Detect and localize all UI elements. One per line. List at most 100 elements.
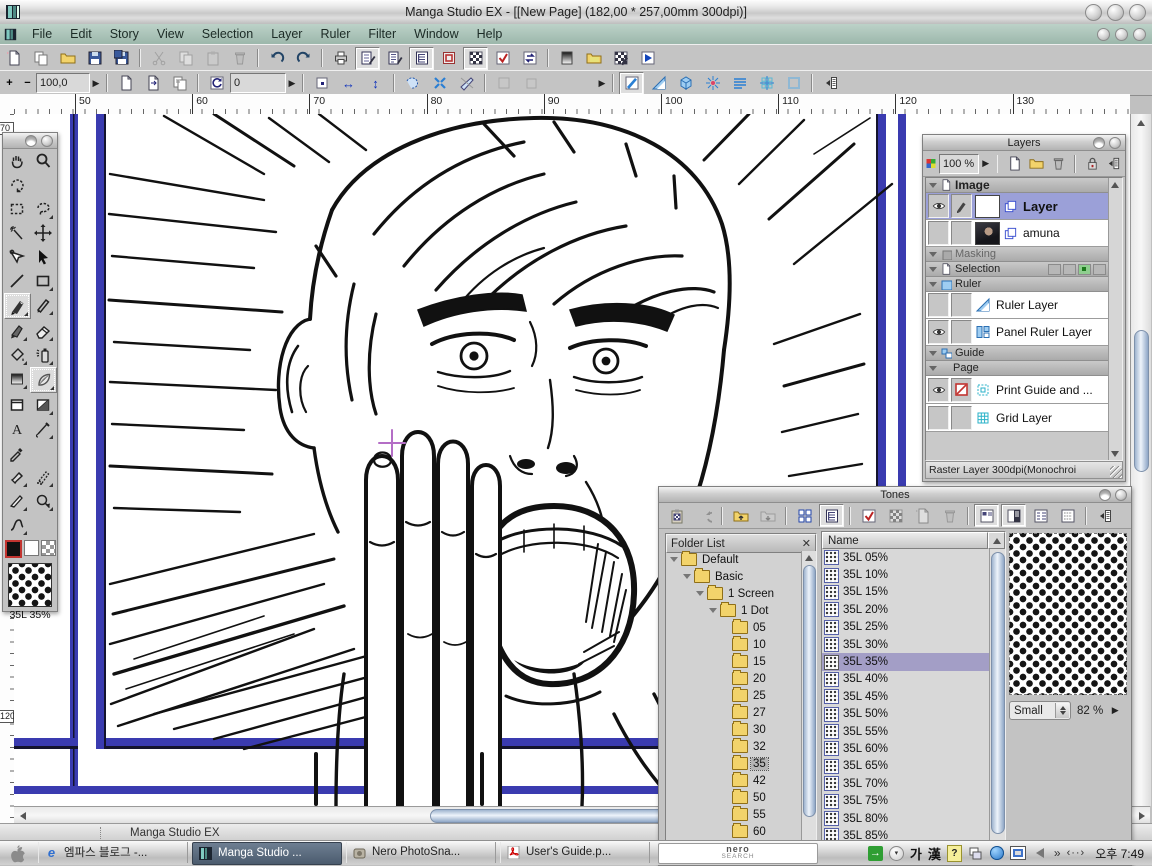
resize-grip[interactable] — [1110, 466, 1122, 478]
loupe-select-tool[interactable] — [30, 489, 55, 513]
tree-expander-icon[interactable] — [670, 557, 678, 562]
panel-tool[interactable] — [4, 393, 29, 417]
visibility-toggle[interactable] — [928, 221, 949, 245]
new-tone-button[interactable] — [910, 504, 935, 527]
palette-collapse-button[interactable] — [1093, 137, 1105, 149]
thumbnail-view-button[interactable] — [1055, 504, 1080, 527]
pen-tool[interactable] — [4, 293, 31, 319]
ime-help-icon[interactable]: ? — [947, 845, 962, 862]
lasso-tool[interactable] — [30, 197, 55, 221]
layer-section-page[interactable]: Page — [926, 361, 1109, 376]
tree-expander-icon[interactable] — [722, 726, 729, 733]
layer-row-panel-ruler-layer[interactable]: Panel Ruler Layer — [926, 319, 1109, 346]
opacity-presets-arrow[interactable]: ▶ — [981, 156, 991, 172]
layer-section-image[interactable]: Image — [926, 178, 1109, 193]
layer-row-amuna[interactable]: amuna — [926, 220, 1109, 247]
fill-tool[interactable] — [4, 343, 29, 367]
tones-palette-titlebar[interactable]: Tones — [659, 487, 1131, 503]
tree-expander-icon[interactable] — [722, 658, 729, 665]
tree-node[interactable]: 60 — [666, 823, 802, 840]
tree-node[interactable]: 10 — [666, 636, 802, 653]
collapse-triangle-icon[interactable] — [929, 351, 937, 356]
reset-view-button[interactable] — [309, 72, 334, 95]
icon-view-button[interactable] — [792, 504, 817, 527]
tree-node[interactable]: 27 — [666, 704, 802, 721]
layer-name[interactable]: Ruler Layer — [996, 298, 1058, 312]
layer-name[interactable]: Panel Ruler Layer — [996, 325, 1092, 339]
tree-node[interactable]: 35 — [666, 755, 802, 772]
current-tone-swatch[interactable] — [8, 563, 52, 607]
selection-convert-button[interactable] — [427, 72, 452, 95]
tree-expander-icon[interactable] — [709, 608, 717, 613]
preview-size-dropdown[interactable]: Small — [1009, 701, 1071, 720]
tree-node[interactable]: 30 — [666, 721, 802, 738]
tree-expander-icon[interactable] — [722, 794, 729, 801]
menu-item[interactable]: Edit — [61, 27, 101, 41]
layer-name[interactable]: Print Guide and ... — [996, 383, 1093, 397]
tree-expander-icon[interactable] — [696, 591, 704, 596]
tone-list-item[interactable]: 35L 45% — [822, 688, 990, 705]
delete-tone-button[interactable] — [937, 504, 962, 527]
perspective-ruler-button[interactable] — [673, 72, 698, 95]
tree-node[interactable]: 15 — [666, 653, 802, 670]
tree-node[interactable]: 50 — [666, 789, 802, 806]
doc-close-button[interactable] — [1133, 28, 1146, 41]
scroll-right-arrow[interactable] — [1134, 808, 1149, 823]
transparent-swatch[interactable] — [41, 540, 56, 556]
paste-tone-button[interactable] — [664, 504, 689, 527]
collapse-triangle-icon[interactable] — [929, 267, 937, 272]
grid-ruler-button[interactable] — [754, 72, 779, 95]
tray-volume-icon[interactable] — [1032, 845, 1048, 861]
scroll-up-arrow[interactable] — [988, 532, 1005, 549]
menu-item[interactable]: Selection — [193, 27, 262, 41]
tree-expander-icon[interactable] — [722, 828, 729, 835]
scroll-up-arrow[interactable] — [1108, 178, 1121, 191]
tone-sample-button[interactable] — [883, 504, 908, 527]
draw-toggle[interactable] — [951, 221, 972, 245]
menu-item[interactable]: Story — [101, 27, 148, 41]
parallel-lines-button[interactable] — [727, 72, 752, 95]
next-page-button[interactable] — [140, 72, 165, 95]
selection-launch-button[interactable] — [400, 72, 425, 95]
visibility-toggle[interactable] — [928, 378, 949, 402]
collapse-triangle-icon[interactable] — [929, 366, 937, 371]
selection-chip[interactable] — [1048, 264, 1061, 275]
draw-toggle[interactable] — [951, 378, 972, 402]
redo-button[interactable] — [291, 47, 316, 70]
ime-hanja-indicator[interactable]: 漢 — [928, 844, 941, 863]
visibility-toggle[interactable] — [928, 293, 949, 317]
tree-expander-icon[interactable] — [722, 760, 729, 767]
layers-panel-button[interactable] — [1104, 152, 1122, 175]
toggle-navigator-button[interactable] — [436, 47, 461, 70]
tone-list-item[interactable]: 35L 30% — [822, 636, 990, 653]
smudge-tool[interactable] — [4, 465, 29, 489]
preview-menu-arrow[interactable]: ▶ — [1109, 703, 1121, 719]
folder-up-button[interactable] — [728, 504, 753, 527]
tone-list-item[interactable]: 35L 65% — [822, 758, 990, 775]
tone-list-item[interactable]: 35L 35% — [822, 653, 990, 670]
tree-node[interactable]: 55 — [666, 806, 802, 823]
tone-list-item[interactable]: 35L 20% — [822, 601, 990, 618]
toggle-properties-button[interactable] — [490, 47, 515, 70]
new-page-button[interactable] — [1, 47, 26, 70]
tree-expander-icon[interactable] — [722, 743, 729, 750]
menu-item[interactable]: Ruler — [311, 27, 359, 41]
tone-list-item[interactable]: 35L 75% — [822, 792, 990, 809]
story-manager-button[interactable] — [635, 47, 660, 70]
tree-expander-icon[interactable] — [722, 692, 729, 699]
rotate-tone-button[interactable] — [691, 504, 716, 527]
start-button[interactable] — [0, 844, 34, 863]
hand-tool[interactable] — [4, 149, 29, 173]
pages-button[interactable] — [167, 72, 192, 95]
nero-search-deskband[interactable]: nero SEARCH — [658, 843, 818, 864]
draw-toggle[interactable] — [951, 320, 972, 344]
tone-list-item[interactable]: 35L 40% — [822, 671, 990, 688]
gradient-tool[interactable] — [4, 367, 29, 391]
tree-expander-icon[interactable] — [722, 709, 729, 716]
scroll-down-arrow[interactable] — [1108, 447, 1121, 460]
list-view-button[interactable] — [819, 504, 844, 527]
layer-section-selection[interactable]: Selection — [926, 262, 1109, 277]
vertical-scroll-thumb[interactable] — [1134, 330, 1149, 472]
selection-chip-active[interactable] — [1078, 264, 1091, 275]
tone-check-button[interactable] — [856, 504, 881, 527]
